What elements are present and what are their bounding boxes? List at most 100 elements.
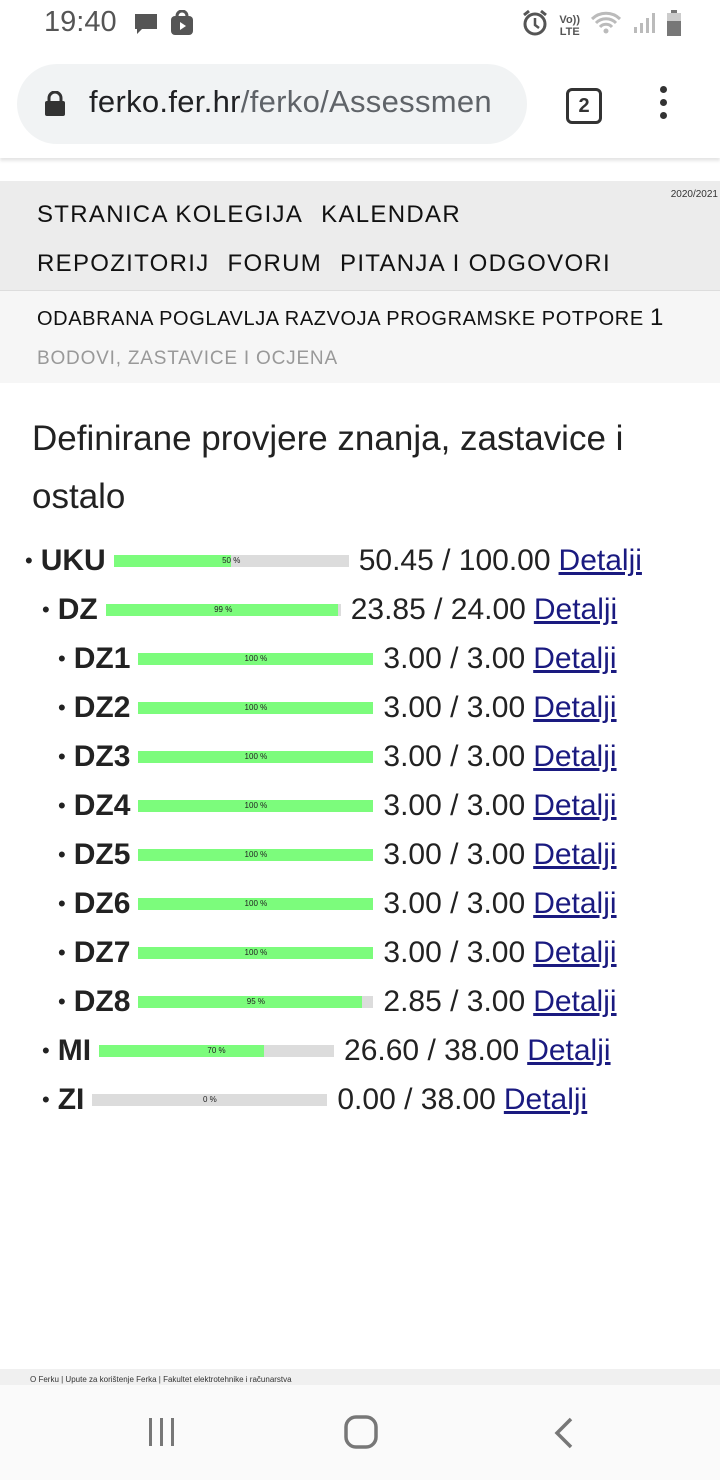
progress-percent: 100 % [244, 654, 268, 663]
progress-bar: 100 % [138, 947, 374, 959]
course-header: ODABRANA POGLAVLJA RAZVOJA PROGRAMSKE PO… [0, 291, 720, 383]
alarm-icon [521, 9, 549, 42]
details-link[interactable]: Detalji [533, 985, 616, 1019]
assessment-label: ZI [57, 1083, 85, 1116]
score-value: 3.00 / 3.00 [383, 936, 526, 969]
score-value: 23.85 / 24.00 [350, 593, 526, 626]
progress-bar: 99 % [105, 604, 341, 616]
score-value: 50.45 / 100.00 [358, 544, 551, 577]
footer-links[interactable]: O Ferku | Upute za korištenje Ferka | Fa… [30, 1375, 292, 1384]
assessment-row-dz8: • DZ8 95 % 2.85 / 3.00 Detalji [58, 982, 617, 1022]
list-bullet: • [58, 842, 66, 867]
details-link[interactable]: Detalji [527, 1034, 610, 1068]
assessment-row-dz7: • DZ7 100 % 3.00 / 3.00 Detalji [58, 933, 617, 973]
back-icon[interactable] [553, 1417, 575, 1454]
progress-percent: 99 % [214, 605, 233, 614]
details-link[interactable]: Detalji [559, 544, 642, 578]
home-icon[interactable] [344, 1415, 378, 1454]
details-link[interactable]: Detalji [504, 1083, 587, 1117]
list-bullet: • [58, 695, 66, 720]
details-link[interactable]: Detalji [533, 838, 616, 872]
progress-percent: 95 % [246, 997, 265, 1006]
list-bullet: • [42, 597, 50, 622]
nav-link-stranica-kolegija[interactable]: STRANICA KOLEGIJA [37, 201, 303, 228]
details-link[interactable]: Detalji [533, 887, 616, 921]
details-link[interactable]: Detalji [533, 642, 616, 676]
progress-percent: 100 % [244, 752, 268, 761]
assessment-label: DZ7 [73, 936, 131, 969]
progress-bar: 100 % [138, 653, 374, 665]
assessment-label: DZ6 [73, 887, 131, 920]
lte-label: LTE [559, 25, 580, 38]
progress-percent: 100 % [244, 703, 268, 712]
course-title[interactable]: ODABRANA POGLAVLJA RAZVOJA PROGRAMSKE PO… [37, 304, 664, 332]
volte-label: Vo)) [559, 13, 580, 26]
progress-percent: 70 % [207, 1046, 226, 1055]
assessment-label: DZ3 [73, 740, 131, 773]
details-link[interactable]: Detalji [533, 789, 616, 823]
status-bar: 19:40 Vo)) LTE [0, 0, 720, 50]
list-bullet: • [58, 793, 66, 818]
score-value: 3.00 / 3.00 [383, 887, 526, 920]
assessment-label: DZ1 [73, 642, 131, 675]
progress-percent: 100 % [244, 948, 268, 957]
secure-lock-icon[interactable] [44, 90, 66, 122]
score-value: 3.00 / 3.00 [383, 740, 526, 773]
progress-bar: 100 % [138, 751, 374, 763]
course-number: 1 [649, 304, 664, 331]
details-link[interactable]: Detalji [534, 593, 617, 627]
assessment-label: DZ4 [73, 789, 131, 822]
url-text[interactable]: ferko.fer.hr/ferko/Assessmen [89, 84, 519, 120]
list-bullet: • [42, 1038, 50, 1063]
tab-switcher-button[interactable]: 2 [566, 88, 602, 124]
assessment-label: MI [57, 1034, 92, 1067]
recent-apps-icon[interactable] [147, 1417, 177, 1452]
signal-icon [632, 11, 656, 40]
assessment-label: DZ [57, 593, 98, 626]
progress-bar: 50 % [113, 555, 349, 567]
details-link[interactable]: Detalji [533, 691, 616, 725]
list-bullet: • [58, 989, 66, 1014]
status-time: 19:40 [44, 6, 117, 38]
progress-percent: 50 % [222, 556, 241, 565]
assessment-label: DZ5 [73, 838, 131, 871]
assessment-label: DZ8 [73, 985, 131, 1018]
assessment-row-uku: • UKU 50 % 50.45 / 100.00 Detalji [25, 541, 642, 581]
progress-bar: 70 % [99, 1045, 335, 1057]
academic-year: 2020/2021 [670, 189, 718, 200]
url-host: ferko.fer.hr [89, 84, 241, 119]
list-bullet: • [42, 1087, 50, 1112]
progress-percent: 100 % [244, 899, 268, 908]
details-link[interactable]: Detalji [533, 740, 616, 774]
site-footer: O Ferku | Upute za korištenje Ferka | Fa… [0, 1369, 720, 1385]
page-title: Definirane provjere znanja, zastavice i … [32, 419, 624, 516]
more-options-icon[interactable] [657, 86, 669, 122]
list-bullet: • [25, 548, 33, 573]
progress-bar: 0 % [92, 1094, 328, 1106]
nav-link-pitanja-i-odgovori[interactable]: PITANJA I ODGOVORI [340, 250, 611, 277]
nav-link-repozitorij[interactable]: REPOZITORIJ [37, 250, 210, 277]
assessment-row-zi: • ZI 0 % 0.00 / 38.00 Detalji [42, 1080, 587, 1120]
details-link[interactable]: Detalji [533, 936, 616, 970]
assessment-row-dz: • DZ 99 % 23.85 / 24.00 Detalji [42, 590, 617, 630]
assessment-label: DZ2 [73, 691, 131, 724]
nav-link-kalendar[interactable]: KALENDAR [321, 201, 461, 228]
score-value: 3.00 / 3.00 [383, 838, 526, 871]
url-path: /ferko/Assessmen [240, 84, 492, 119]
progress-bar: 100 % [138, 702, 374, 714]
assessment-row-dz3: • DZ3 100 % 3.00 / 3.00 Detalji [58, 737, 617, 777]
course-navigation: 2020/2021 STRANICA KOLEGIJA KALENDAR REPO… [0, 181, 720, 291]
progress-percent: 0 % [202, 1095, 217, 1104]
progress-bar: 100 % [138, 800, 374, 812]
battery-icon [666, 9, 682, 42]
nav-link-forum[interactable]: FORUM [228, 250, 322, 277]
nav-row-1: STRANICA KOLEGIJA KALENDAR [37, 201, 479, 229]
volte-icon: Vo)) LTE [559, 14, 580, 38]
address-bar[interactable]: ferko.fer.hr/ferko/Assessmen [17, 64, 527, 144]
list-bullet: • [58, 744, 66, 769]
progress-bar: 100 % [138, 849, 374, 861]
system-navigation-bar [0, 1385, 720, 1480]
list-bullet: • [58, 940, 66, 965]
progress-percent: 100 % [244, 850, 268, 859]
wifi-icon [590, 11, 622, 40]
